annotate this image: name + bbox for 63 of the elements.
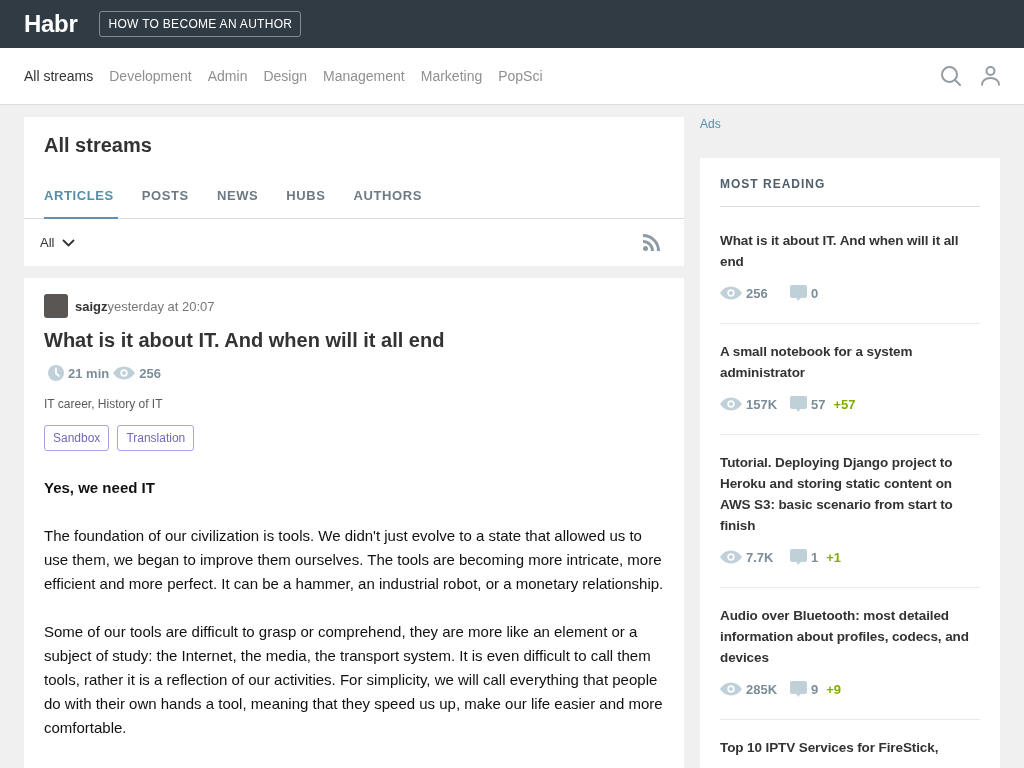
article-subheading: Yes, we need IT bbox=[44, 478, 156, 498]
filter-dropdown[interactable]: All bbox=[40, 235, 76, 250]
ads-label[interactable]: Ads bbox=[700, 117, 721, 131]
views-count: 157K bbox=[746, 396, 778, 412]
views-count: 256 bbox=[746, 285, 768, 301]
chevron-down-icon bbox=[62, 238, 76, 247]
section-heading: MOST READING bbox=[720, 176, 980, 207]
article-title[interactable]: What is it about IT. And when will it all end bbox=[44, 327, 664, 353]
comments-count: 1 bbox=[811, 549, 819, 565]
comment-icon bbox=[790, 285, 807, 301]
article-link[interactable]: Tutorial. Deploying Django project to Heroku and storing static content on AWS S3: basic scenario from start to finish bbox=[720, 452, 980, 536]
comments-count: 9 bbox=[811, 681, 819, 697]
hub-links[interactable]: IT career, History of IT bbox=[44, 397, 664, 411]
nav-link[interactable]: PopSci bbox=[498, 68, 543, 84]
clock-icon bbox=[48, 365, 64, 381]
comments-count: 57 bbox=[811, 396, 826, 412]
eye-icon bbox=[720, 397, 742, 411]
avatar-placeholder bbox=[44, 294, 68, 318]
new-comments-count: +9 bbox=[826, 681, 842, 697]
article-paragraph: Some of our tools are difficult to grasp or comprehend, they are more like an element or a subject of study: the Internet, the media, the transport system. It is even difficult to call them tools, rather it is a reflection of our activities. For simplicity, we will call everything that people do with their own hands a tool, meaning that they speed us up, make our life easier and more comfortable. bbox=[44, 622, 664, 738]
rss-button[interactable] bbox=[643, 234, 660, 251]
article-link[interactable]: Top 10 IPTV Services for FireStick, bbox=[720, 737, 980, 758]
nav-link[interactable]: Development bbox=[109, 68, 192, 84]
article-link[interactable]: A small notebook for a system administrator bbox=[720, 341, 980, 383]
comment-icon bbox=[790, 681, 807, 697]
eye-icon bbox=[720, 286, 742, 300]
publish-time: yesterday at 20:07 bbox=[107, 298, 215, 314]
nav-link[interactable]: Design bbox=[263, 68, 307, 84]
comments-count: 0 bbox=[811, 285, 819, 301]
article-link[interactable]: What is it about IT. And when will it all end bbox=[720, 230, 980, 272]
eye-icon bbox=[113, 366, 136, 380]
stream-tab[interactable]: NEWS bbox=[216, 178, 263, 219]
rss-icon bbox=[643, 234, 660, 251]
reading-time: 21 min bbox=[68, 365, 110, 381]
stream-tab[interactable]: AUTHORS bbox=[353, 178, 427, 219]
profile-button[interactable] bbox=[981, 66, 1000, 86]
become-author-button[interactable]: HOW TO BECOME AN AUTHOR bbox=[99, 11, 302, 37]
new-comments-count: +1 bbox=[826, 549, 842, 565]
article-link[interactable]: Audio over Bluetooth: most detailed information about profiles, codecs, and devices bbox=[720, 605, 980, 668]
search-icon bbox=[941, 66, 961, 86]
views-count: 7.7K bbox=[746, 549, 774, 565]
views-count: 256 bbox=[139, 365, 161, 381]
search-button[interactable] bbox=[941, 66, 961, 86]
comment-icon bbox=[790, 549, 807, 565]
page-title: All streams bbox=[43, 133, 153, 157]
comment-icon bbox=[790, 396, 807, 412]
stream-tab[interactable]: ARTICLES bbox=[44, 178, 118, 219]
stream-tab[interactable]: POSTS bbox=[141, 178, 193, 219]
site-logo[interactable]: Habr bbox=[24, 10, 78, 38]
eye-icon bbox=[720, 550, 742, 564]
nav-link[interactable]: Management bbox=[323, 68, 405, 84]
article-paragraph: The foundation of our civilization is tools. We didn't just evolve to a state that allowed us to use them, we began to improve them ourselves. The tools are becoming more intricate, more efficient and more perfect. It can be a hammer, an industrial robot, or a monetary relationship. bbox=[44, 526, 664, 594]
nav-link[interactable]: Marketing bbox=[420, 68, 483, 84]
author-link[interactable]: saigz bbox=[75, 298, 108, 314]
nav-link[interactable]: Admin bbox=[207, 68, 248, 84]
eye-icon bbox=[720, 682, 742, 696]
article-tag[interactable]: Sandbox bbox=[44, 425, 110, 451]
new-comments-count: +57 bbox=[833, 396, 856, 412]
views-count: 285K bbox=[746, 681, 778, 697]
stream-tab[interactable]: HUBS bbox=[286, 178, 330, 219]
user-icon bbox=[981, 66, 1000, 86]
article-tag[interactable]: Translation bbox=[117, 425, 195, 451]
nav-link[interactable]: All streams bbox=[24, 68, 94, 84]
